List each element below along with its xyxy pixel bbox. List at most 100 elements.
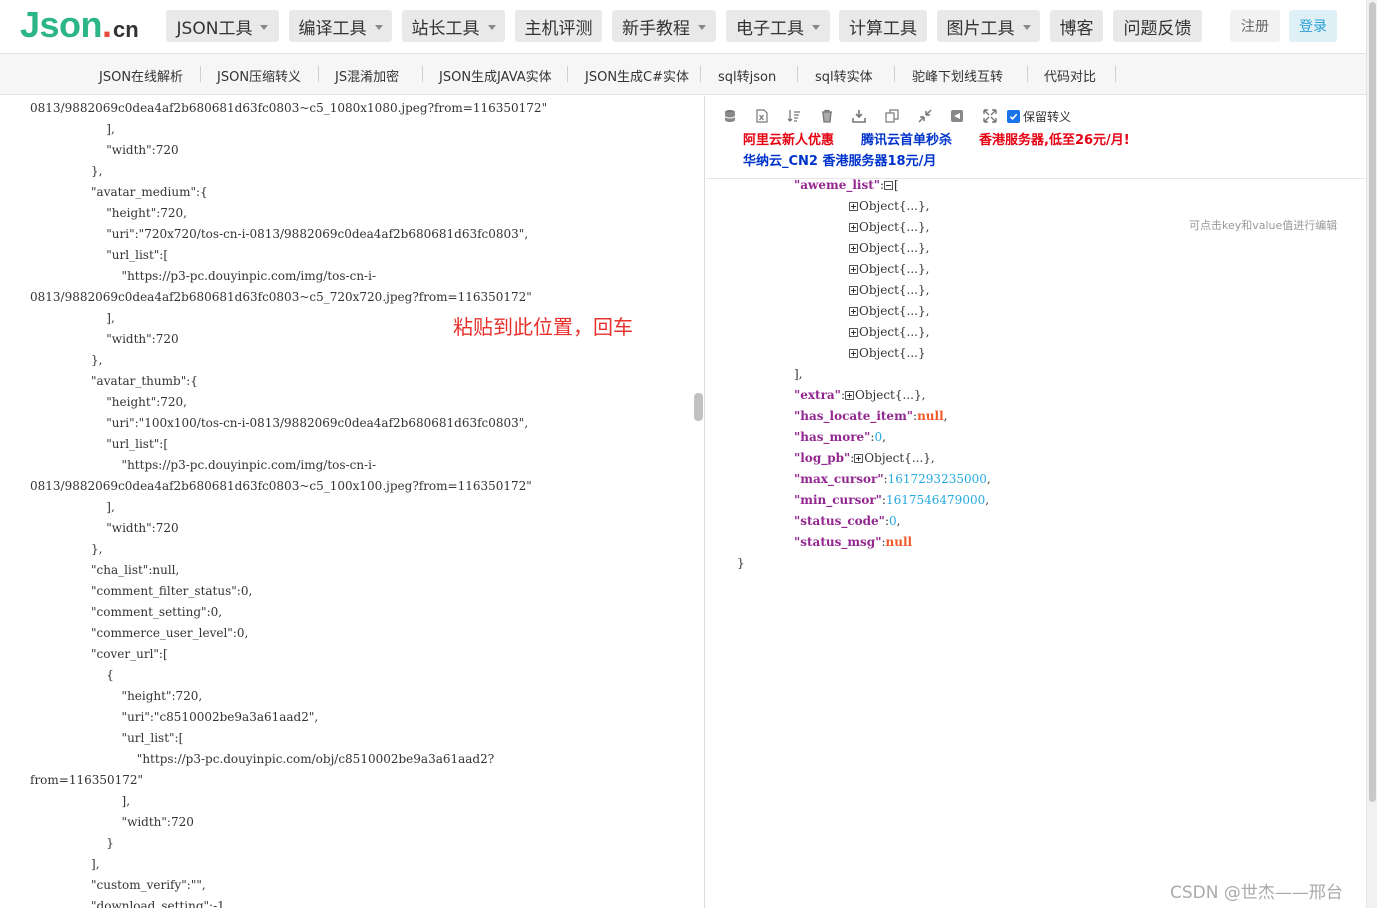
keep-escape-checkbox[interactable]: 保留转义 bbox=[1007, 108, 1071, 125]
tree-collapsed-object[interactable]: Object{...}, bbox=[855, 388, 925, 402]
tree-collapsed-object[interactable]: Object{...}, bbox=[864, 451, 934, 465]
tree-collapsed-object[interactable]: Object{...}, bbox=[859, 304, 929, 318]
tree-key[interactable]: "has_locate_item" bbox=[794, 409, 913, 423]
subnav-link-4[interactable]: JSON生成C#实体 bbox=[585, 66, 689, 85]
tree-value[interactable]: 1617293235000 bbox=[888, 472, 987, 486]
tree-row-1: "has_locate_item":null, bbox=[794, 409, 948, 423]
subnav-divider bbox=[797, 66, 798, 82]
nav-item-4[interactable]: 新手教程 bbox=[612, 10, 716, 42]
nav-item-7[interactable]: 图片工具 bbox=[937, 10, 1040, 42]
tree-value[interactable]: 0 bbox=[889, 514, 897, 528]
tree-collapsed-object[interactable]: Object{...}, bbox=[859, 262, 929, 276]
tree-collapsed-object[interactable]: Object{...}, bbox=[859, 325, 929, 339]
nav-item-1[interactable]: 编译工具 bbox=[289, 10, 392, 42]
tree-value[interactable]: null bbox=[917, 409, 944, 423]
subnav-link-3[interactable]: JSON生成JAVA实体 bbox=[439, 66, 552, 85]
tree-collapsed-object[interactable]: Object{...}, bbox=[859, 220, 929, 234]
share-icon[interactable] bbox=[949, 108, 965, 124]
nav-item-6[interactable]: 计算工具 bbox=[839, 10, 927, 42]
site-logo[interactable]: Json. cn bbox=[20, 4, 139, 48]
tree-collapsed-object[interactable]: Object{...}, bbox=[859, 199, 929, 213]
editor-line: "https://p3-pc.douyinpic.com/img/tos-cn-… bbox=[30, 458, 376, 472]
page-scrollbar[interactable] bbox=[1366, 0, 1377, 908]
tree-row-aweme-list: "aweme_list":[ bbox=[794, 178, 899, 192]
tree-row-6: "status_code":0, bbox=[794, 514, 901, 528]
expand-plus-icon[interactable] bbox=[849, 349, 858, 358]
collapse-minus-icon[interactable] bbox=[884, 181, 894, 190]
expand-plus-icon[interactable] bbox=[849, 307, 858, 316]
nav-item-label: 站长工具 bbox=[411, 18, 480, 39]
expand-plus-icon[interactable] bbox=[849, 265, 858, 274]
viewer-toolbar: 保留转义 阿里云新人优惠 腾讯云首单秒杀 香港服务器,低至26元/月! 华纳云_… bbox=[706, 96, 1366, 179]
editor-line: "height":720, bbox=[30, 689, 203, 703]
sort-icon[interactable] bbox=[786, 108, 802, 124]
trash-icon[interactable] bbox=[819, 108, 835, 124]
expand-plus-icon[interactable] bbox=[849, 328, 858, 337]
json-input-editor[interactable]: 0813/9882069c0dea4af2b680681d63fc0803~c5… bbox=[0, 96, 705, 908]
subnav-link-0[interactable]: JSON在线解析 bbox=[99, 66, 183, 85]
tree-key[interactable]: "has_more" bbox=[794, 430, 870, 444]
expand-icon[interactable] bbox=[982, 108, 998, 124]
subnav-link-6[interactable]: sql转实体 bbox=[815, 66, 873, 85]
logo-dot: . bbox=[102, 4, 113, 45]
ad-link-huanayun[interactable]: 华纳云_CN2 香港服务器18元/月 bbox=[743, 150, 936, 169]
file-excel-icon[interactable] bbox=[754, 108, 770, 124]
nav-item-8[interactable]: 博客 bbox=[1050, 10, 1103, 42]
editor-line: "url_list":[ bbox=[30, 248, 169, 262]
subnav-link-7[interactable]: 驼峰下划线互转 bbox=[912, 66, 1003, 85]
register-button[interactable]: 注册 bbox=[1230, 10, 1280, 42]
tree-collapsed-object[interactable]: Object{...}, bbox=[859, 241, 929, 255]
subnav-link-2[interactable]: JS混淆加密 bbox=[335, 66, 399, 85]
tree-collapsed-object[interactable]: Object{...} bbox=[859, 346, 926, 360]
subnav-link-5[interactable]: sql转json bbox=[718, 66, 776, 85]
expand-plus-icon[interactable] bbox=[849, 202, 858, 211]
tree-value[interactable]: 1617546479000 bbox=[886, 493, 985, 507]
tree-value[interactable]: 0 bbox=[874, 430, 882, 444]
tree-comma: , bbox=[882, 430, 886, 444]
tree-key[interactable]: "status_msg" bbox=[794, 535, 881, 549]
tree-brace-text: } bbox=[737, 556, 745, 570]
tree-row-object: Object{...}, bbox=[849, 238, 929, 259]
tree-key[interactable]: "log_pb" bbox=[794, 451, 850, 465]
ad-link-hk-server[interactable]: 香港服务器,低至26元/月! bbox=[979, 129, 1130, 148]
expand-plus-icon[interactable] bbox=[854, 454, 864, 463]
expand-plus-icon[interactable] bbox=[849, 286, 858, 295]
editor-line: 0813/9882069c0dea4af2b680681d63fc0803~c5… bbox=[30, 101, 548, 115]
compress-icon[interactable] bbox=[917, 108, 933, 124]
tree-key[interactable]: "aweme_list" bbox=[794, 178, 880, 192]
subnav-divider bbox=[700, 66, 701, 82]
nav-item-5[interactable]: 电子工具 bbox=[726, 10, 830, 42]
subnav-link-1[interactable]: JSON压缩转义 bbox=[217, 66, 301, 85]
login-button[interactable]: 登录 bbox=[1289, 10, 1337, 42]
editor-line: ], bbox=[30, 122, 115, 136]
nav-item-9[interactable]: 问题反馈 bbox=[1113, 10, 1202, 42]
page-scrollbar-thumb[interactable] bbox=[1369, 2, 1376, 802]
tree-key[interactable]: "min_cursor" bbox=[794, 493, 882, 507]
database-icon[interactable] bbox=[722, 108, 738, 124]
csdn-watermark: CSDN @世杰——邢台 bbox=[1170, 883, 1343, 903]
expand-plus-icon[interactable] bbox=[849, 244, 858, 253]
editor-line: "cover_url":[ bbox=[30, 647, 168, 661]
ad-link-aliyun[interactable]: 阿里云新人优惠 bbox=[743, 129, 834, 148]
nav-item-3[interactable]: 主机评测 bbox=[515, 10, 602, 42]
copy-icon[interactable] bbox=[884, 108, 900, 124]
tree-key[interactable]: "extra" bbox=[794, 388, 841, 402]
expand-plus-icon[interactable] bbox=[844, 391, 854, 400]
nav-item-0[interactable]: JSON工具 bbox=[166, 10, 279, 42]
editor-line: "https://p3-pc.douyinpic.com/img/tos-cn-… bbox=[30, 269, 376, 283]
tree-collapsed-object[interactable]: Object{...}, bbox=[859, 283, 929, 297]
tree-key[interactable]: "status_code" bbox=[794, 514, 885, 528]
download-icon[interactable] bbox=[851, 108, 867, 124]
expand-plus-icon[interactable] bbox=[849, 223, 858, 232]
nav-item-2[interactable]: 站长工具 bbox=[402, 10, 505, 42]
checkbox-checked-icon[interactable] bbox=[1007, 110, 1020, 123]
editor-line: "avatar_medium":{ bbox=[30, 185, 208, 199]
editor-line: "width":720 bbox=[30, 521, 179, 535]
ad-link-tencent[interactable]: 腾讯云首单秒杀 bbox=[861, 129, 952, 148]
editor-line: } bbox=[30, 836, 114, 850]
tree-value[interactable]: null bbox=[886, 535, 913, 549]
tree-key[interactable]: "max_cursor" bbox=[794, 472, 884, 486]
subnav-link-8[interactable]: 代码对比 bbox=[1044, 66, 1096, 85]
subnav-divider bbox=[567, 66, 568, 82]
editor-scrollbar-thumb[interactable] bbox=[694, 393, 703, 421]
